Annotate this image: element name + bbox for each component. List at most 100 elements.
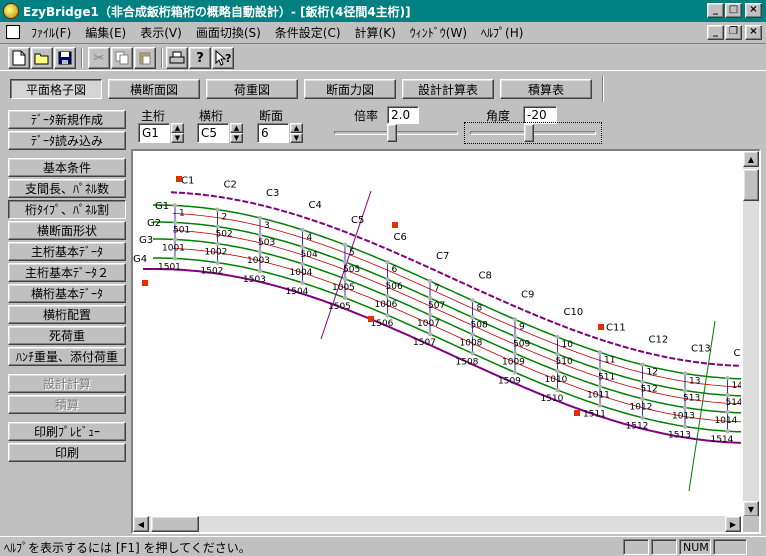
doc-restore-button[interactable]: ❐ <box>725 25 742 40</box>
grid-node <box>597 350 603 355</box>
grid-node <box>215 241 220 246</box>
cross-beam-label: C5 <box>351 215 364 226</box>
node-label-g4: 1512 <box>626 422 649 432</box>
node-label-g1: 5 <box>349 248 355 258</box>
tab-plan-grid[interactable]: 平面格子図 <box>10 79 102 99</box>
node-label-g3: 1002 <box>205 248 228 258</box>
menu-window[interactable]: ｳｨﾝﾄﾞｳ(W) <box>403 24 474 41</box>
open-folder-icon[interactable] <box>31 47 53 69</box>
node-label-g3: 1010 <box>545 375 568 385</box>
node-label-g4: 1509 <box>498 376 521 386</box>
menu-edit[interactable]: 編集(E) <box>78 24 133 41</box>
tab-load[interactable]: 荷重図 <box>206 79 298 99</box>
copy-icon[interactable] <box>111 47 133 69</box>
grid-node <box>725 393 730 398</box>
context-help-icon[interactable]: ? <box>212 47 234 69</box>
grid-node <box>640 362 645 367</box>
design-calc-button[interactable]: 設計計算 <box>8 374 126 393</box>
grid-node <box>640 379 645 384</box>
print-icon[interactable] <box>166 47 188 69</box>
scroll-right-button[interactable]: ▶ <box>725 516 741 532</box>
estimate-button[interactable]: 積算 <box>8 395 126 414</box>
cross-beam-label: C6 <box>394 232 407 243</box>
node-label-g1: 6 <box>392 265 398 275</box>
scale-field[interactable]: 2.0 <box>387 106 419 124</box>
grid-node <box>385 313 390 318</box>
tab-design-table[interactable]: 設計計算表 <box>402 79 494 99</box>
scroll-up-button[interactable]: ▲ <box>743 151 759 167</box>
grid-node <box>342 242 348 248</box>
node-label-g1: 11 <box>604 355 615 365</box>
cross-beam-spinner[interactable]: ▲ ▼ <box>230 123 243 143</box>
minimize-button[interactable]: _ <box>707 3 724 18</box>
section-spinner[interactable]: ▲ ▼ <box>290 123 303 143</box>
maximize-button[interactable]: □ <box>725 3 742 18</box>
support-marker <box>574 410 580 416</box>
document-icon[interactable] <box>6 25 20 39</box>
menu-view[interactable]: 表示(V) <box>133 24 189 41</box>
vertical-scrollbar[interactable]: ▲ ▼ <box>743 151 759 517</box>
cross-beam-layout-button[interactable]: 横桁配置 <box>8 305 126 324</box>
node-label-g2: 503 <box>258 238 275 248</box>
grid-node <box>682 371 688 376</box>
tab-estimate-table[interactable]: 積算表 <box>500 79 592 99</box>
main-girder-data-button[interactable]: 主桁基本ﾃﾞｰﾀ <box>8 242 126 261</box>
horizontal-scroll-thumb[interactable] <box>151 516 199 532</box>
girder-label-g4: G4 <box>133 254 147 265</box>
section-field[interactable]: 6 <box>257 123 289 143</box>
cross-beam-data-button[interactable]: 横桁基本ﾃﾞｰﾀ <box>8 284 126 303</box>
tab-section-force[interactable]: 断面力図 <box>304 79 396 99</box>
print-button[interactable]: 印刷 <box>8 443 126 462</box>
node-label-g2: 501 <box>173 225 190 235</box>
status-pane-scroll <box>713 539 747 555</box>
node-label-g2: 512 <box>641 385 658 395</box>
grid-node <box>725 429 730 434</box>
dead-load-button[interactable]: 死荷重 <box>8 326 126 345</box>
cross-beam-field[interactable]: C5 <box>197 123 229 143</box>
basic-conditions-button[interactable]: 基本条件 <box>8 158 126 177</box>
close-button[interactable]: × <box>745 3 762 18</box>
scroll-left-button[interactable]: ◀ <box>133 516 149 532</box>
angle-slider-thumb[interactable] <box>524 124 535 142</box>
grid-node <box>257 232 263 238</box>
node-label-g1: 12 <box>647 368 658 378</box>
horizontal-scrollbar[interactable]: ◀ ▶ <box>133 516 741 532</box>
cross-section-shape-button[interactable]: 横断面形状 <box>8 221 126 240</box>
print-preview-button[interactable]: 印刷ﾌﾟﾚﾋﾞｭｰ <box>8 422 126 441</box>
span-panel-button[interactable]: 支間長、ﾊﾟﾈﾙ数 <box>8 179 126 198</box>
paste-icon[interactable] <box>134 47 156 69</box>
node-label-g4: 1502 <box>201 267 224 277</box>
cross-beam-label: C8 <box>479 270 492 281</box>
doc-minimize-button[interactable]: _ <box>707 25 724 40</box>
main-girder-data2-button[interactable]: 主桁基本ﾃﾞｰﾀ２ <box>8 263 126 282</box>
grid-node <box>512 370 518 375</box>
bridge-plan-diagram[interactable]: C1150110011501C2250210021502C33503100315… <box>133 151 741 517</box>
scroll-down-button[interactable]: ▼ <box>743 501 759 517</box>
main-girder-field[interactable]: G1 <box>138 123 170 143</box>
main-girder-spinner[interactable]: ▲ ▼ <box>171 123 184 143</box>
help-icon[interactable]: ? <box>189 47 211 69</box>
menu-calculate[interactable]: 計算(K) <box>348 24 403 41</box>
tab-cross-section[interactable]: 横断面図 <box>108 79 200 99</box>
menu-conditions[interactable]: 条件設定(C) <box>268 24 348 41</box>
plan-grid-view[interactable]: C1 1 501 1001 1501 C2 2 502 1002 1502 C3 3 503 1003 15… <box>131 149 761 534</box>
grid-node <box>172 203 178 208</box>
grid-node <box>215 224 220 229</box>
new-data-button[interactable]: ﾃﾞｰﾀ新規作成 <box>8 110 126 129</box>
scale-slider-thumb[interactable] <box>387 124 398 142</box>
menu-file[interactable]: ﾌｧｲﾙ(F) <box>24 24 78 41</box>
doc-close-button[interactable]: × <box>745 25 762 40</box>
grid-node <box>427 312 433 318</box>
new-file-icon[interactable] <box>8 47 30 69</box>
haunch-weight-button[interactable]: ﾊﾝﾁ重量、添付荷重 <box>8 347 126 366</box>
save-icon[interactable] <box>54 47 76 69</box>
node-label-g3: 1007 <box>417 319 440 329</box>
girder-type-button[interactable]: 桁ﾀｲﾌﾟ、ﾊﾟﾈﾙ割 <box>8 200 126 219</box>
menu-help[interactable]: ﾍﾙﾌﾟ(H) <box>474 24 530 41</box>
node-label-g3: 1004 <box>290 268 313 278</box>
cut-icon[interactable]: ✂ <box>88 47 110 69</box>
grid-node <box>597 367 603 372</box>
menu-screen-switch[interactable]: 画面切換(S) <box>189 24 268 41</box>
vertical-scroll-thumb[interactable] <box>743 169 759 201</box>
load-data-button[interactable]: ﾃﾞｰﾀ読み込み <box>8 131 126 150</box>
